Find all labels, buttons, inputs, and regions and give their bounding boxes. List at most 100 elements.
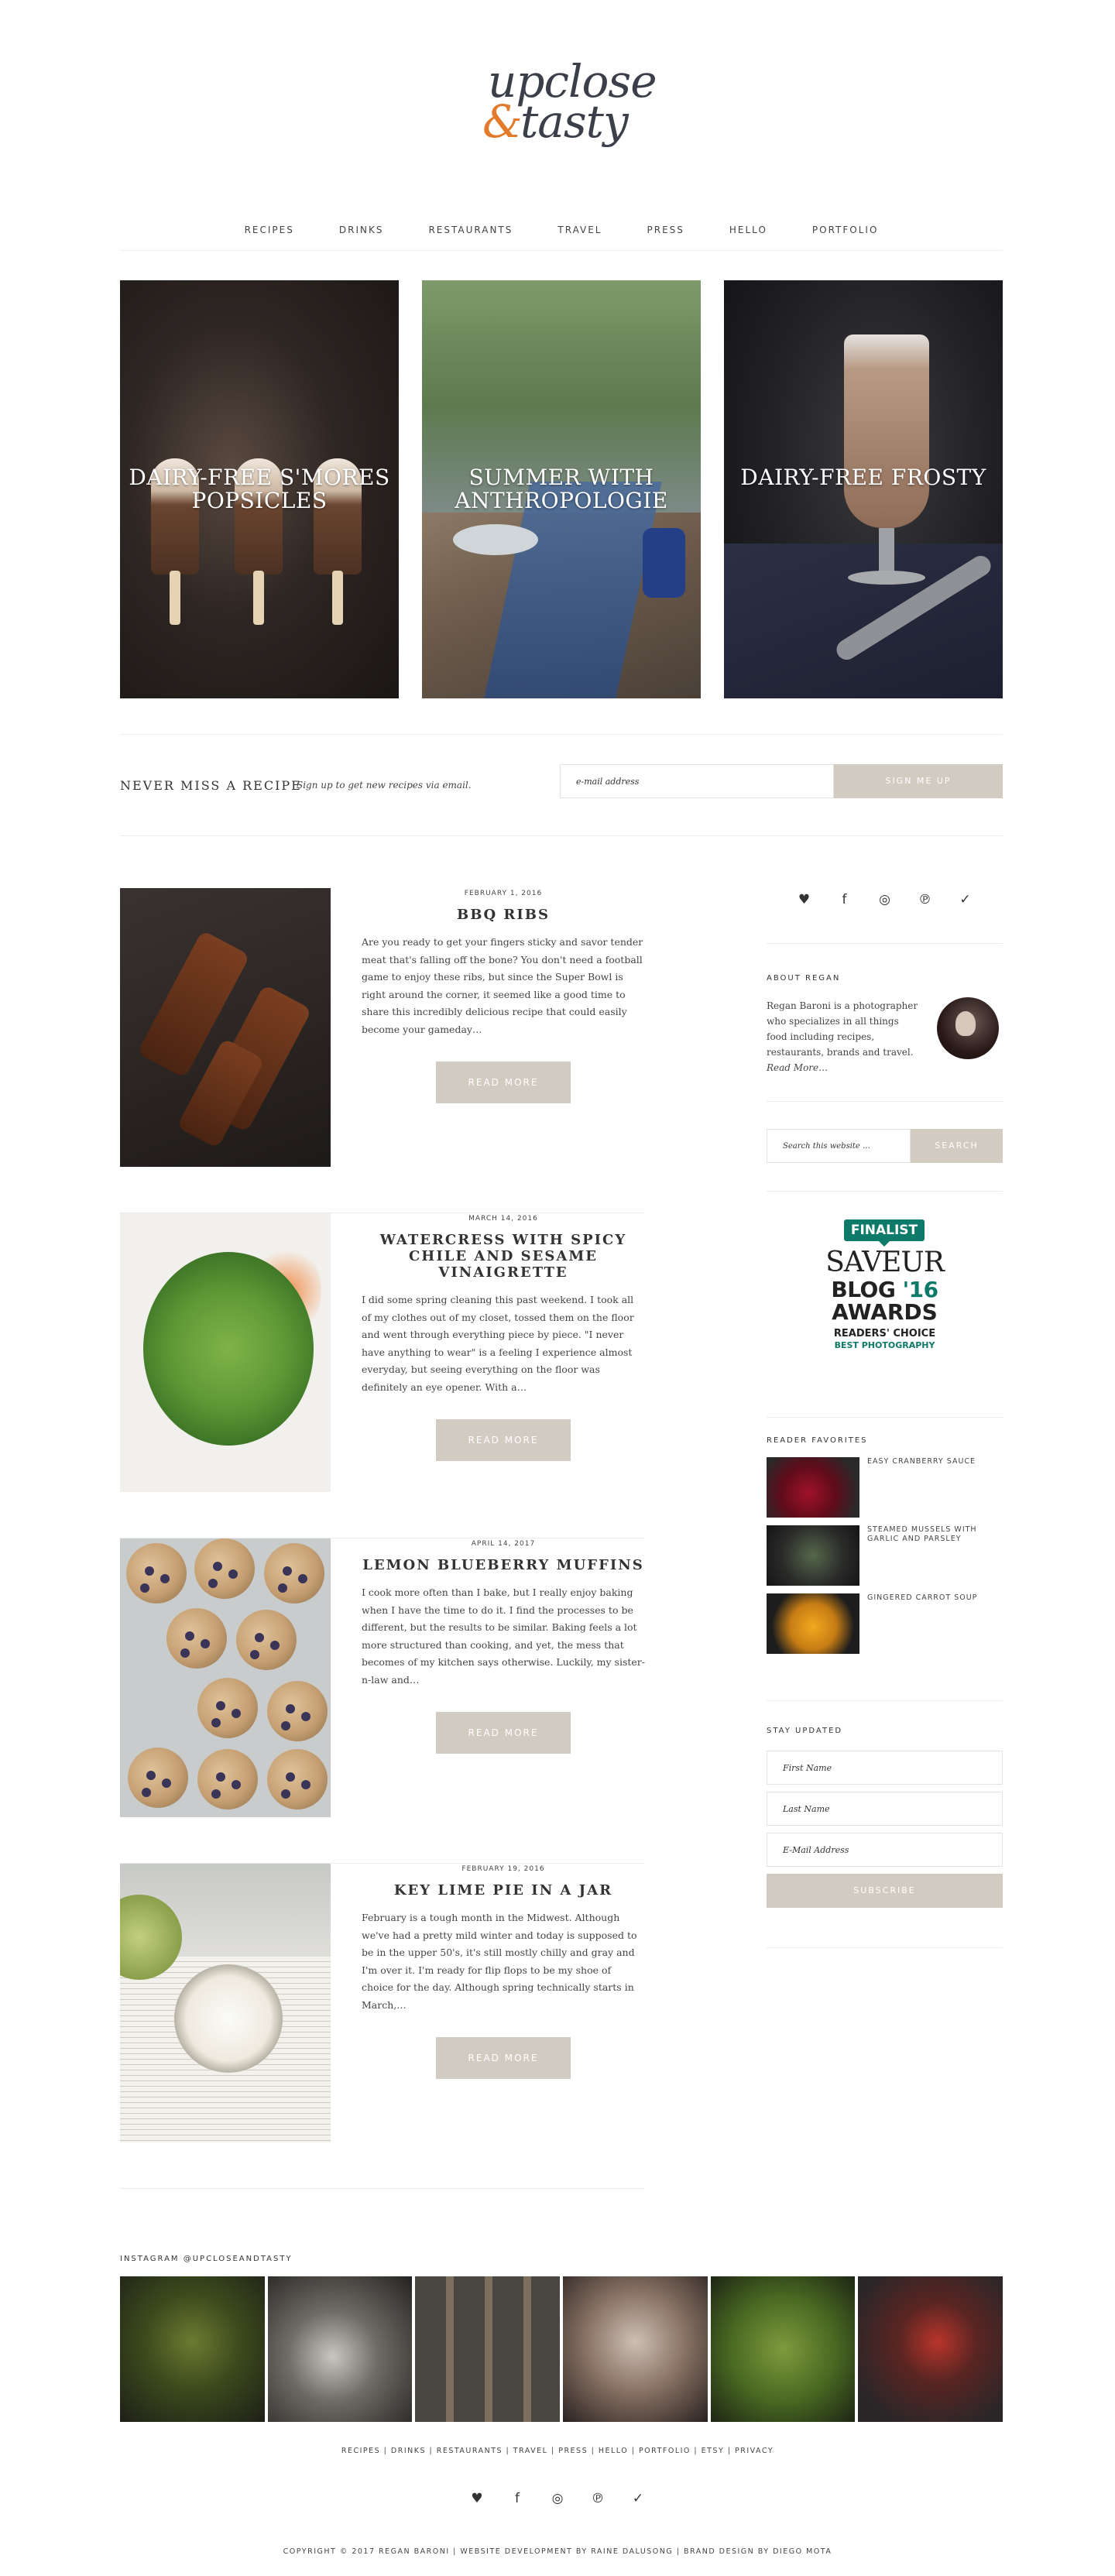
muffin-image-part — [264, 1543, 324, 1604]
blog-awards-year: BLOG '16 — [831, 1277, 938, 1302]
twitter-icon[interactable]: ✓ — [626, 2487, 650, 2510]
muffin-image-part — [267, 1681, 328, 1741]
footer-social-links: ♥ f ◎ ℗ ✓ — [0, 2487, 1115, 2510]
signup-heading: NEVER MISS A RECIPE — [120, 778, 302, 793]
email-field[interactable] — [767, 1833, 1003, 1867]
post-blueberry-muffins: APRIL 14, 2017 LEMON BLUEBERRY MUFFINS I… — [120, 1538, 645, 1864]
nav-item-travel[interactable]: TRAVEL — [535, 220, 624, 240]
subscribe-button[interactable]: SUBSCRIBE — [767, 1874, 1003, 1908]
nav-item-portfolio[interactable]: PORTFOLIO — [790, 220, 901, 240]
nav-item-press[interactable]: PRESS — [625, 220, 707, 240]
favorite-item[interactable]: GINGERED CARROT SOUP — [767, 1593, 1003, 1662]
best-photography-label: BEST PHOTOGRAPHY — [834, 1340, 935, 1350]
read-more-button[interactable]: READ MORE — [436, 1419, 571, 1461]
featured-title: DAIRY-FREE S'MORES POPSICLES — [129, 465, 390, 513]
site-logo[interactable]: upclose & tasty — [0, 54, 1115, 155]
jar-image-part — [643, 528, 685, 598]
post-excerpt: I cook more often than I bake, but I rea… — [362, 1586, 645, 1686]
search-widget: SEARCH — [767, 1129, 1003, 1163]
post-excerpt: I did some spring cleaning this past wee… — [362, 1294, 634, 1393]
featured-post-anthropologie[interactable]: SUMMER WITH ANTHROPOLOGIE — [422, 280, 701, 698]
jar-image-part — [174, 1964, 283, 2073]
read-more-button[interactable]: READ MORE — [436, 1062, 571, 1103]
post-title[interactable]: KEY LIME PIE IN A JAR — [362, 1882, 645, 1899]
post-thumbnail[interactable] — [120, 888, 331, 1167]
search-button[interactable]: SEARCH — [911, 1129, 1003, 1163]
post-excerpt: February is a tough month in the Midwest… — [362, 1912, 637, 2011]
about-text: Regan Baroni is a photographer who speci… — [767, 1000, 918, 1073]
avatar — [937, 997, 999, 1059]
footer-nav[interactable]: RECIPES | DRINKS | RESTAURANTS | TRAVEL … — [0, 2447, 1115, 2455]
post-bbq-ribs: FEBRUARY 1, 2016 BBQ RIBS Are you ready … — [120, 888, 645, 1213]
popsicle-stick — [253, 571, 264, 625]
post-date: MARCH 14, 2016 — [468, 1215, 538, 1223]
sidebar-social-links: ♥ f ◎ ℗ ✓ — [767, 888, 1003, 914]
stay-updated-heading: STAY UPDATED — [767, 1727, 843, 1735]
reader-favorites-widget: READER FAVORITES EASY CRANBERRY SAUCE ST… — [767, 1436, 1003, 1662]
instagram-feed — [120, 2276, 1004, 2423]
glass-base — [848, 571, 925, 585]
sidebar-divider — [767, 1947, 1003, 1948]
featured-title: SUMMER WITH ANTHROPOLOGIE — [455, 465, 668, 513]
read-more-button[interactable]: READ MORE — [436, 1712, 571, 1754]
about-read-more-link[interactable]: Read More… — [767, 1062, 828, 1073]
milkshake-glass-image-part — [844, 334, 929, 528]
instagram-heading[interactable]: INSTAGRAM @UPCLOSEANDTASTY — [120, 2255, 293, 2263]
last-name-field[interactable] — [767, 1792, 1003, 1826]
greens-image-part — [143, 1252, 314, 1446]
saveur-award-badge[interactable]: FINALIST SAVEUR BLOG '16 AWARDS READERS'… — [767, 1219, 1003, 1374]
post-thumbnail[interactable] — [120, 1538, 331, 1817]
muffin-image-part — [194, 1538, 255, 1599]
sign-me-up-button[interactable]: SIGN ME UP — [834, 764, 1003, 798]
post-thumbnail[interactable] — [120, 1213, 331, 1492]
pinterest-icon[interactable]: ℗ — [586, 2487, 609, 2510]
nav-item-recipes[interactable]: RECIPES — [222, 220, 317, 240]
post-watercress: MARCH 14, 2016 WATERCRESS WITH SPICY CHI… — [120, 1213, 645, 1538]
pinterest-icon[interactable]: ℗ — [914, 888, 937, 911]
facebook-icon[interactable]: f — [506, 2487, 529, 2510]
post-title[interactable]: LEMON BLUEBERRY MUFFINS — [362, 1557, 645, 1573]
twitter-icon[interactable]: ✓ — [954, 888, 977, 911]
logo-ampersand: & — [482, 95, 523, 148]
search-input[interactable] — [767, 1129, 911, 1163]
instagram-photo[interactable] — [858, 2276, 1004, 2422]
instagram-photo[interactable] — [415, 2276, 561, 2422]
featured-post-frosty[interactable]: DAIRY-FREE FROSTY — [724, 280, 1003, 698]
post-title[interactable]: BBQ RIBS — [362, 907, 645, 923]
instagram-photo[interactable] — [120, 2276, 265, 2422]
about-widget: ABOUT REGAN Regan Baroni is a photograph… — [767, 974, 1003, 1075]
heart-icon[interactable]: ♥ — [465, 2487, 489, 2510]
post-thumbnail[interactable] — [120, 1864, 331, 2142]
nav-item-drinks[interactable]: DRINKS — [317, 220, 407, 240]
readers-choice-label: READERS' CHOICE — [833, 1328, 936, 1339]
favorite-title: EASY CRANBERRY SAUCE — [867, 1457, 976, 1466]
instagram-photo[interactable] — [563, 2276, 708, 2422]
instagram-photo[interactable] — [710, 2276, 856, 2422]
instagram-icon[interactable]: ◎ — [546, 2487, 569, 2510]
sidebar-divider — [767, 1417, 1003, 1418]
muffin-image-part — [197, 1678, 258, 1738]
nav-item-hello[interactable]: HELLO — [707, 220, 790, 240]
sidebar-divider — [767, 943, 1003, 944]
instagram-photo[interactable] — [267, 2276, 413, 2422]
post-date: APRIL 14, 2017 — [471, 1540, 536, 1548]
signup-email-input[interactable] — [560, 764, 834, 798]
favorite-title: GINGERED CARROT SOUP — [867, 1593, 978, 1602]
favorite-item[interactable]: STEAMED MUSSELS WITH GARLIC AND PARSLEY — [767, 1525, 1003, 1593]
first-name-field[interactable] — [767, 1751, 1003, 1785]
awards-wordmark: AWARDS — [832, 1299, 938, 1325]
about-heading: ABOUT REGAN — [767, 974, 841, 983]
favorite-title: STEAMED MUSSELS WITH GARLIC AND PARSLEY — [867, 1525, 977, 1543]
post-key-lime-pie: FEBRUARY 19, 2016 KEY LIME PIE IN A JAR … — [120, 1864, 645, 2189]
facebook-icon[interactable]: f — [833, 888, 856, 911]
nav-item-restaurants[interactable]: RESTAURANTS — [406, 220, 535, 240]
read-more-button[interactable]: READ MORE — [436, 2037, 571, 2079]
muffin-image-part — [267, 1749, 328, 1809]
favorite-item[interactable]: EASY CRANBERRY SAUCE — [767, 1457, 1003, 1525]
post-title[interactable]: WATERCRESS WITH SPICY CHILE AND SESAME V… — [362, 1232, 645, 1281]
heart-icon[interactable]: ♥ — [793, 888, 816, 911]
instagram-icon[interactable]: ◎ — [873, 888, 897, 911]
featured-post-popsicles[interactable]: DAIRY-FREE S'MORES POPSICLES — [120, 280, 399, 698]
sidebar-divider — [767, 1700, 1003, 1701]
popsicle-stick — [332, 571, 343, 625]
